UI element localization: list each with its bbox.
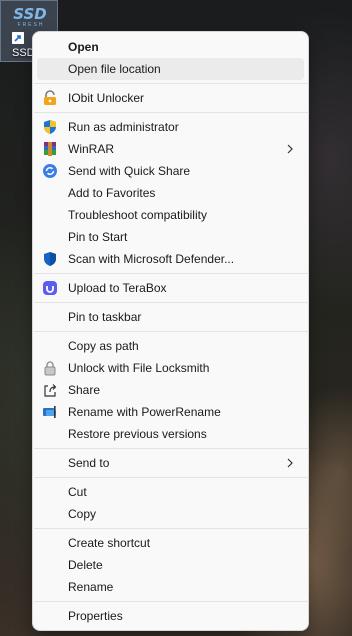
menu-separator bbox=[34, 477, 309, 478]
menu-separator bbox=[34, 273, 309, 274]
menu-item-create-shortcut[interactable]: Create shortcut bbox=[37, 532, 304, 554]
share-icon bbox=[42, 382, 58, 398]
menu-item-label: Copy as path bbox=[68, 339, 139, 353]
menu-item-label: Delete bbox=[68, 558, 103, 572]
quick-share-icon bbox=[42, 163, 58, 179]
menu-item-label: IObit Unlocker bbox=[68, 91, 145, 105]
menu-item-label: Pin to taskbar bbox=[68, 310, 142, 324]
menu-item-label: Open file location bbox=[68, 62, 161, 76]
defender-shield-icon bbox=[42, 251, 58, 267]
menu-item-unlock-with-file-locksmith[interactable]: Unlock with File Locksmith bbox=[37, 357, 304, 379]
menu-item-winrar[interactable]: WinRAR bbox=[37, 138, 304, 160]
menu-item-add-to-favorites[interactable]: Add to Favorites bbox=[37, 182, 304, 204]
menu-item-delete[interactable]: Delete bbox=[37, 554, 304, 576]
menu-separator bbox=[34, 302, 309, 303]
menu-item-label: Scan with Microsoft Defender... bbox=[68, 252, 235, 266]
menu-item-copy[interactable]: Copy bbox=[37, 503, 304, 525]
context-menu: Open Open file location IObit Unlocker Run … bbox=[32, 31, 309, 631]
menu-item-label: Send to bbox=[68, 456, 110, 470]
menu-item-troubleshoot-compatibility[interactable]: Troubleshoot compatibility bbox=[37, 204, 304, 226]
menu-item-label: Rename bbox=[68, 580, 114, 594]
menu-item-rename[interactable]: Rename bbox=[37, 576, 304, 598]
menu-item-label: Copy bbox=[68, 507, 97, 521]
menu-item-label: Share bbox=[68, 383, 101, 397]
menu-item-label: Cut bbox=[68, 485, 87, 499]
menu-item-copy-as-path[interactable]: Copy as path bbox=[37, 335, 304, 357]
menu-item-label: Create shortcut bbox=[68, 536, 151, 550]
menu-item-label: Rename with PowerRename bbox=[68, 405, 221, 419]
menu-item-cut[interactable]: Cut bbox=[37, 481, 304, 503]
terabox-icon bbox=[42, 280, 58, 296]
menu-item-label: Properties bbox=[68, 609, 123, 623]
menu-item-upload-to-terabox[interactable]: Upload to TeraBox bbox=[37, 277, 304, 299]
menu-item-label: Upload to TeraBox bbox=[68, 281, 167, 295]
menu-item-share[interactable]: Share bbox=[37, 379, 304, 401]
menu-separator bbox=[34, 528, 309, 529]
menu-item-label: Open bbox=[68, 40, 99, 54]
menu-separator bbox=[34, 112, 309, 113]
chevron-right-icon bbox=[286, 456, 294, 470]
menu-item-label: Add to Favorites bbox=[68, 186, 156, 200]
menu-item-label: Send with Quick Share bbox=[68, 164, 191, 178]
menu-separator bbox=[34, 448, 309, 449]
powerrename-icon bbox=[42, 404, 58, 420]
lock-icon bbox=[42, 360, 58, 376]
winrar-icon bbox=[42, 141, 58, 157]
menu-item-pin-to-taskbar[interactable]: Pin to taskbar bbox=[37, 306, 304, 328]
iobit-unlocker-icon bbox=[42, 90, 58, 106]
menu-item-label: Restore previous versions bbox=[68, 427, 207, 441]
menu-item-open[interactable]: Open bbox=[37, 36, 304, 58]
uac-shield-icon bbox=[42, 119, 58, 135]
menu-separator bbox=[34, 331, 309, 332]
menu-item-label: Unlock with File Locksmith bbox=[68, 361, 210, 375]
menu-item-run-as-administrator[interactable]: Run as administrator bbox=[37, 116, 304, 138]
menu-item-iobit-unlocker[interactable]: IObit Unlocker bbox=[37, 87, 304, 109]
menu-item-open-file-location[interactable]: Open file location bbox=[37, 58, 304, 80]
menu-item-send-to[interactable]: Send to bbox=[37, 452, 304, 474]
menu-item-label: Troubleshoot compatibility bbox=[68, 208, 207, 222]
ssd-fresh-logo-sub: FRESH bbox=[17, 22, 45, 28]
menu-item-label: Run as administrator bbox=[68, 120, 179, 134]
menu-item-rename-with-powerrename[interactable]: Rename with PowerRename bbox=[37, 401, 304, 423]
menu-item-pin-to-start[interactable]: Pin to Start bbox=[37, 226, 304, 248]
chevron-right-icon bbox=[286, 142, 294, 156]
menu-item-label: WinRAR bbox=[68, 142, 115, 156]
shortcut-arrow-icon bbox=[12, 32, 24, 44]
menu-item-restore-previous-versions[interactable]: Restore previous versions bbox=[37, 423, 304, 445]
menu-separator bbox=[34, 83, 309, 84]
menu-separator bbox=[34, 601, 309, 602]
menu-item-scan-with-microsoft-defender[interactable]: Scan with Microsoft Defender... bbox=[37, 248, 304, 270]
menu-item-label: Pin to Start bbox=[68, 230, 128, 244]
menu-item-properties[interactable]: Properties bbox=[37, 605, 304, 627]
menu-item-send-with-quick-share[interactable]: Send with Quick Share bbox=[37, 160, 304, 182]
